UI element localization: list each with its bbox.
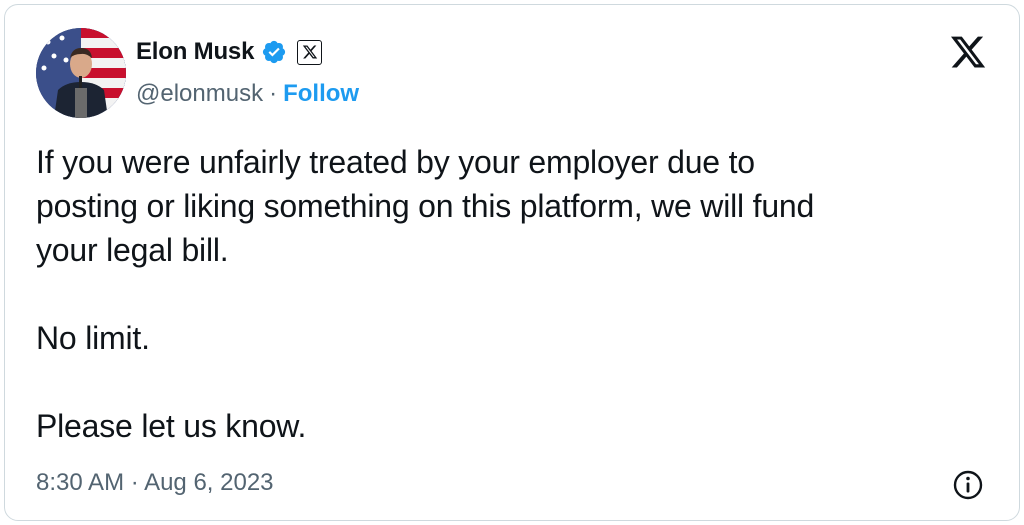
x-affiliation-badge-icon[interactable] xyxy=(297,39,323,65)
tweet-paragraph-2: No limit. xyxy=(36,320,150,356)
author-handle-row: @elonmusk · Follow xyxy=(136,77,359,111)
author-handle[interactable]: @elonmusk xyxy=(136,80,263,108)
tweet-timestamp[interactable]: 8:30 AM · Aug 6, 2023 xyxy=(36,469,274,497)
author-name-row: Elon Musk xyxy=(136,35,323,69)
tweet-paragraph-1-line-3: your legal bill. xyxy=(36,232,229,268)
tweet-paragraph-1-line-2: posting or liking something on this plat… xyxy=(36,188,815,224)
verified-badge-icon[interactable] xyxy=(261,39,287,65)
author-name[interactable]: Elon Musk xyxy=(136,38,254,66)
avatar[interactable] xyxy=(36,28,126,118)
tweet-date: Aug 6, 2023 xyxy=(144,469,274,496)
x-logo-icon[interactable] xyxy=(947,33,989,71)
tweet-paragraph-spacer xyxy=(36,272,996,316)
follow-button[interactable]: Follow xyxy=(283,80,359,108)
tweet-paragraph-1-line-1: If you were unfairly treated by your emp… xyxy=(36,144,755,180)
tweet-paragraph-3: Please let us know. xyxy=(36,408,307,444)
tweet-text: If you were unfairly treated by your emp… xyxy=(36,140,996,448)
tweet-paragraph-spacer xyxy=(36,360,996,404)
info-icon[interactable] xyxy=(952,469,984,501)
tweet-card[interactable]: Elon Musk @elonmusk · Follow If you were… xyxy=(4,4,1020,521)
timestamp-separator: · xyxy=(130,469,139,496)
separator-dot: · xyxy=(269,80,278,107)
tweet-time: 8:30 AM xyxy=(36,469,125,496)
